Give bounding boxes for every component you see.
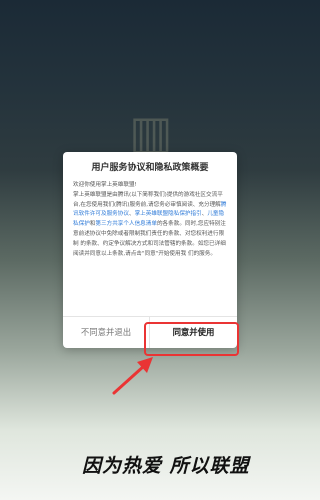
dialog-footer-divider [63,316,237,317]
link-third-party-info-list[interactable]: 第三方共享个人信息清单 [95,221,157,227]
link-privacy-guide[interactable]: 掌上英雄联盟隐私保护指引 [135,211,202,217]
dialog-title: 用户服务协议和隐私政策概要 [91,163,209,173]
background-slogan: 因为热爱 所以联盟 [82,455,250,477]
privacy-dialog: 用户服务协议和隐私政策概要 欢迎你使用掌上英雄联盟! 掌上英雄联盟是由腾讯(以下… [63,152,237,348]
dialog-welcome-text: 欢迎你使用掌上英雄联盟! [73,182,137,188]
background-logo-mark: ▥ [129,105,173,159]
dialog-body: 欢迎你使用掌上英雄联盟! 掌上英雄联盟是由腾讯(以下简称我们)提供的游戏社区交流… [73,181,229,309]
red-arrow-annotation [112,357,153,395]
agreement-text-part1: 掌上英雄联盟是由腾讯(以下简称我们)提供的游戏社区交流平台,在您使用我们(腾讯)… [73,191,223,208]
agree-button-highlight-box [144,322,239,356]
dialog-agreement-text: 掌上英雄联盟是由腾讯(以下简称我们)提供的游戏社区交流平台,在您使用我们(腾讯)… [73,191,229,260]
disagree-exit-button[interactable]: 不同意并退出 [63,319,149,346]
